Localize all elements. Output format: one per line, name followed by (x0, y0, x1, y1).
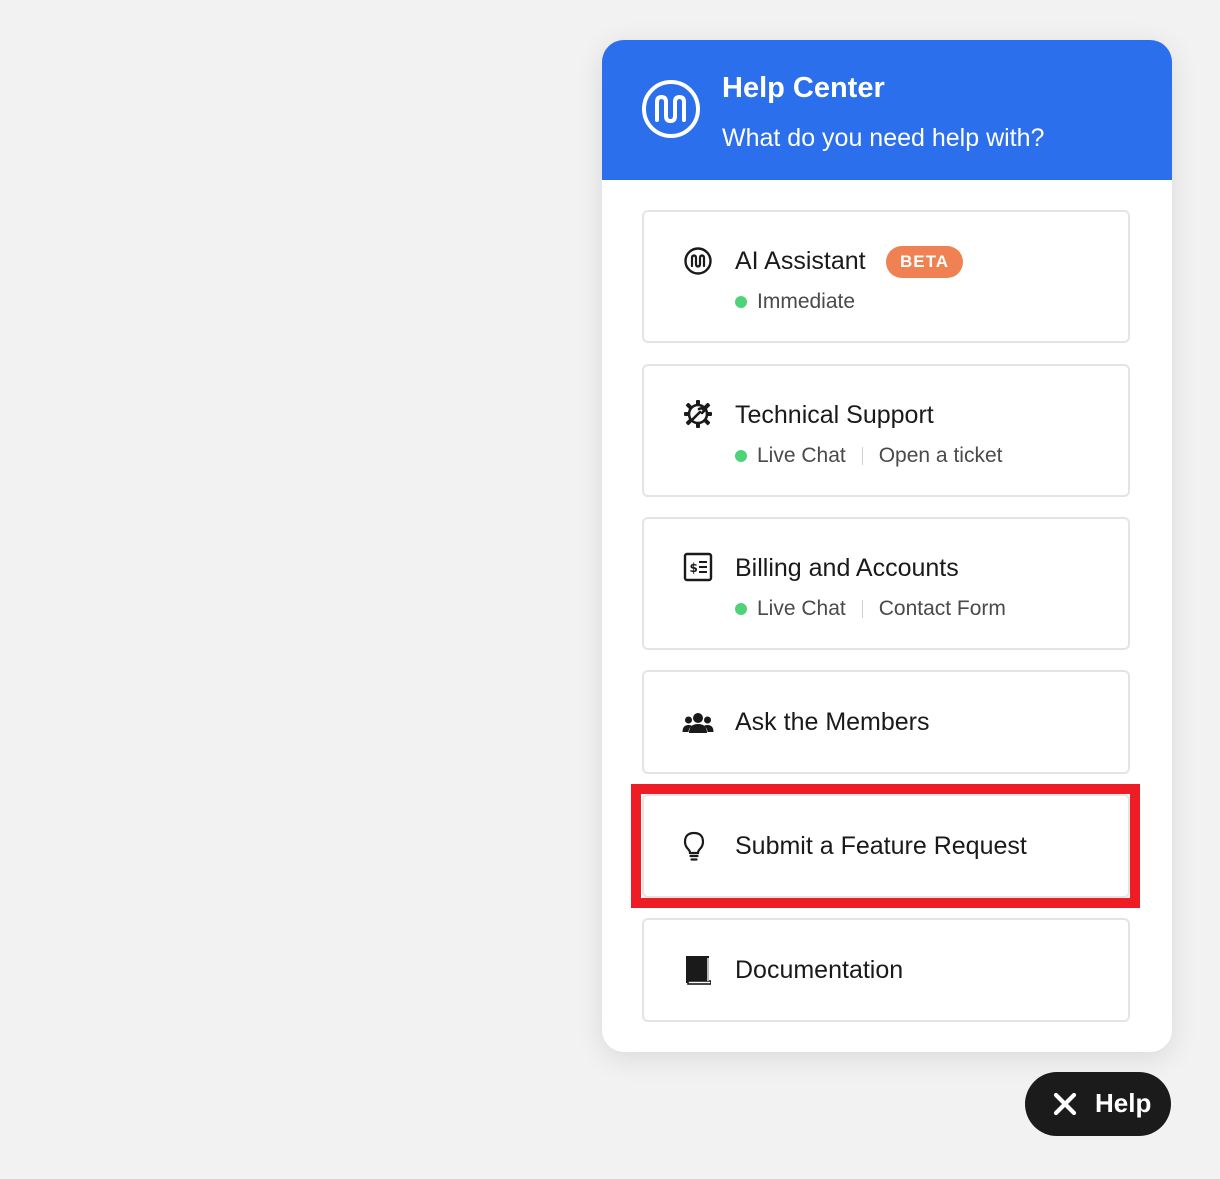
svg-text:$: $ (690, 561, 698, 575)
ai-assistant-status: Immediate (735, 290, 855, 314)
book-icon (682, 954, 714, 986)
gear-wrench-icon (682, 398, 714, 430)
online-status-dot (735, 296, 747, 308)
ask-members-title: Ask the Members (735, 708, 930, 736)
documentation-title: Documentation (735, 956, 904, 984)
ai-assistant-status-text: Immediate (757, 290, 856, 313)
open-ticket-link[interactable]: Open a ticket (879, 444, 1003, 468)
feature-request-option[interactable]: Submit a Feature Request (642, 794, 1130, 898)
online-status-dot (735, 450, 747, 462)
billing-status: Live Chat Contact Form (735, 597, 1006, 621)
help-toggle-button[interactable]: Help (1025, 1072, 1171, 1136)
billing-option[interactable]: $ Billing and Accounts Live Chat Contact… (642, 517, 1130, 650)
brand-logo-icon (642, 80, 700, 138)
ask-members-option[interactable]: Ask the Members (642, 670, 1130, 774)
technical-support-live-chat[interactable]: Live Chat (757, 444, 846, 468)
help-toggle-label: Help (1095, 1088, 1152, 1118)
ai-assistant-option[interactable]: AI Assistant BETA Immediate (642, 210, 1130, 343)
feature-request-title: Submit a Feature Request (735, 832, 1027, 860)
separator (861, 600, 863, 618)
ai-assistant-icon (682, 245, 714, 277)
contact-form-link[interactable]: Contact Form (879, 597, 1006, 621)
invoice-icon: $ (682, 551, 714, 583)
technical-support-status: Live Chat Open a ticket (735, 444, 1002, 468)
technical-support-title: Technical Support (735, 401, 934, 429)
beta-badge: BETA (886, 246, 964, 278)
ai-assistant-title: AI Assistant (735, 247, 866, 275)
separator (861, 447, 863, 465)
header-subtitle: What do you need help with? (722, 124, 1045, 152)
documentation-option[interactable]: Documentation (642, 918, 1130, 1022)
help-center-header: Help Center What do you need help with? (602, 40, 1172, 180)
lightbulb-icon (678, 830, 710, 862)
billing-live-chat[interactable]: Live Chat (757, 597, 846, 621)
online-status-dot (735, 603, 747, 615)
technical-support-option[interactable]: Technical Support Live Chat Open a ticke… (642, 364, 1130, 497)
header-title: Help Center (722, 72, 885, 104)
billing-title: Billing and Accounts (735, 554, 959, 582)
group-icon (682, 707, 714, 739)
help-center-panel: Help Center What do you need help with? … (602, 40, 1172, 1052)
close-icon (1053, 1092, 1077, 1116)
